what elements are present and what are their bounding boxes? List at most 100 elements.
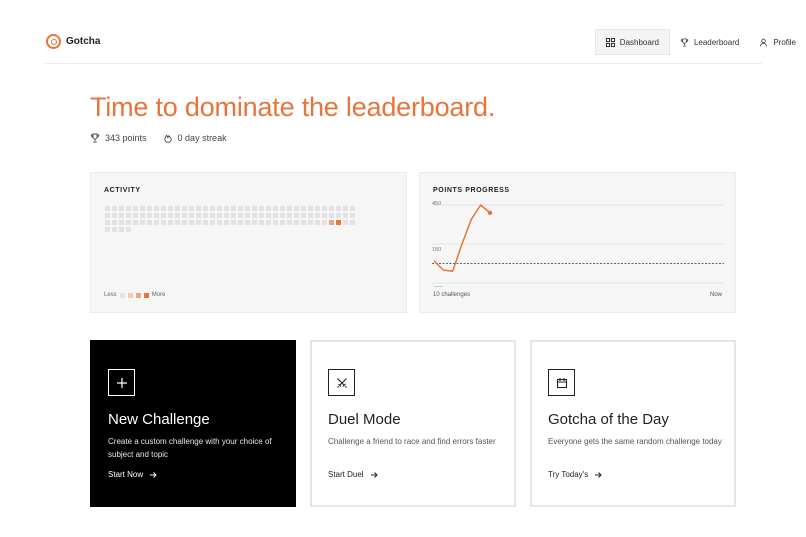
activity-cell <box>308 206 313 211</box>
nav-dashboard-label: Dashboard <box>619 37 659 47</box>
activity-cell <box>168 220 173 225</box>
activity-cell <box>322 220 327 225</box>
try-todays-link[interactable]: Try Today's <box>548 470 602 479</box>
card-title: Gotcha of the Day <box>548 411 669 428</box>
activity-cell <box>266 213 271 218</box>
activity-cell <box>112 220 117 225</box>
activity-cell <box>336 220 341 225</box>
legend-less-label: Less <box>104 292 117 298</box>
new-challenge-card[interactable]: New Challenge Create a custom challenge … <box>90 340 296 507</box>
activity-cell <box>105 213 110 218</box>
card-description: Everyone gets the same random challenge … <box>548 437 722 446</box>
calendar-icon-box <box>548 369 575 396</box>
activity-cell <box>252 206 257 211</box>
streak-value: 0 day streak <box>177 133 227 143</box>
activity-cell <box>245 206 250 211</box>
activity-cell <box>252 220 257 225</box>
app-name: Gotcha <box>66 36 101 47</box>
activity-cell <box>105 220 110 225</box>
activity-cell <box>224 220 229 225</box>
activity-cell <box>175 220 180 225</box>
activity-cell <box>343 220 348 225</box>
activity-cell <box>217 220 222 225</box>
nav-leaderboard-label: Leaderboard <box>693 37 740 47</box>
activity-cell <box>196 206 201 211</box>
activity-cell <box>224 206 229 211</box>
activity-cell <box>161 213 166 218</box>
start-now-link[interactable]: Start Now <box>108 470 157 479</box>
duel-mode-card[interactable]: Duel Mode Challenge a friend to race and… <box>310 340 516 507</box>
nav-dashboard[interactable]: Dashboard <box>594 29 670 55</box>
activity-cell <box>315 220 320 225</box>
activity-cell <box>273 206 278 211</box>
points-chart: 450 150 -150 <box>432 201 724 287</box>
activity-cell <box>315 213 320 218</box>
activity-cell <box>231 206 236 211</box>
activity-cell <box>294 213 299 218</box>
activity-legend: Less More <box>104 292 165 298</box>
activity-cell <box>350 206 355 211</box>
activity-cell <box>210 220 215 225</box>
activity-cell <box>287 220 292 225</box>
card-description: Create a custom challenge with your choi… <box>108 437 272 459</box>
activity-cell <box>203 206 208 211</box>
activity-cell <box>154 220 159 225</box>
flame-icon <box>163 134 172 143</box>
activity-cell <box>126 206 131 211</box>
swords-icon <box>336 377 347 388</box>
activity-cell <box>301 220 306 225</box>
nav-profile[interactable]: Profile <box>749 29 806 55</box>
activity-cell <box>329 206 334 211</box>
points-stat: 343 points <box>90 133 147 143</box>
app-logo[interactable]: Gotcha <box>46 34 100 49</box>
activity-cell <box>210 213 215 218</box>
activity-cell <box>301 213 306 218</box>
trophy-icon <box>90 133 100 143</box>
trophy-icon <box>680 37 689 47</box>
swords-icon-box <box>328 369 355 396</box>
card-title: Duel Mode <box>328 411 401 428</box>
activity-cell <box>238 220 243 225</box>
activity-cell <box>336 206 341 211</box>
activity-cell <box>147 206 152 211</box>
points-value: 343 points <box>105 133 147 143</box>
activity-cell <box>161 206 166 211</box>
nav-leaderboard[interactable]: Leaderboard <box>670 29 749 55</box>
activity-cell <box>329 213 334 218</box>
start-duel-link[interactable]: Start Duel <box>328 470 378 479</box>
activity-cell <box>245 213 250 218</box>
activity-cell <box>336 213 341 218</box>
gotcha-of-the-day-card[interactable]: Gotcha of the Day Everyone gets the same… <box>530 340 736 507</box>
activity-cell <box>112 206 117 211</box>
activity-cell <box>259 220 264 225</box>
activity-cell <box>168 206 173 211</box>
activity-cell <box>189 206 194 211</box>
activity-cell <box>252 213 257 218</box>
activity-cell <box>308 213 313 218</box>
activity-cell <box>350 220 355 225</box>
calendar-icon <box>556 377 567 388</box>
activity-cell <box>294 206 299 211</box>
user-icon <box>760 38 768 47</box>
activity-cell <box>105 227 110 232</box>
activity-title: ACTIVITY <box>104 187 141 194</box>
card-link-label: Try Today's <box>548 470 589 479</box>
target-logo-icon <box>46 34 61 49</box>
activity-cell <box>126 227 131 232</box>
activity-cell <box>287 206 292 211</box>
activity-cell <box>119 213 124 218</box>
activity-cell <box>322 206 327 211</box>
arrow-right-icon <box>370 471 378 478</box>
activity-cell <box>273 213 278 218</box>
series-end-point <box>487 210 493 215</box>
activity-cell <box>231 220 236 225</box>
plus-icon-box <box>108 369 135 396</box>
activity-cell <box>217 206 222 211</box>
activity-cell <box>238 213 243 218</box>
activity-cell <box>119 220 124 225</box>
activity-cell <box>280 206 285 211</box>
activity-cell <box>287 213 292 218</box>
activity-cell <box>175 206 180 211</box>
activity-cell <box>329 220 334 225</box>
activity-cell <box>217 213 222 218</box>
